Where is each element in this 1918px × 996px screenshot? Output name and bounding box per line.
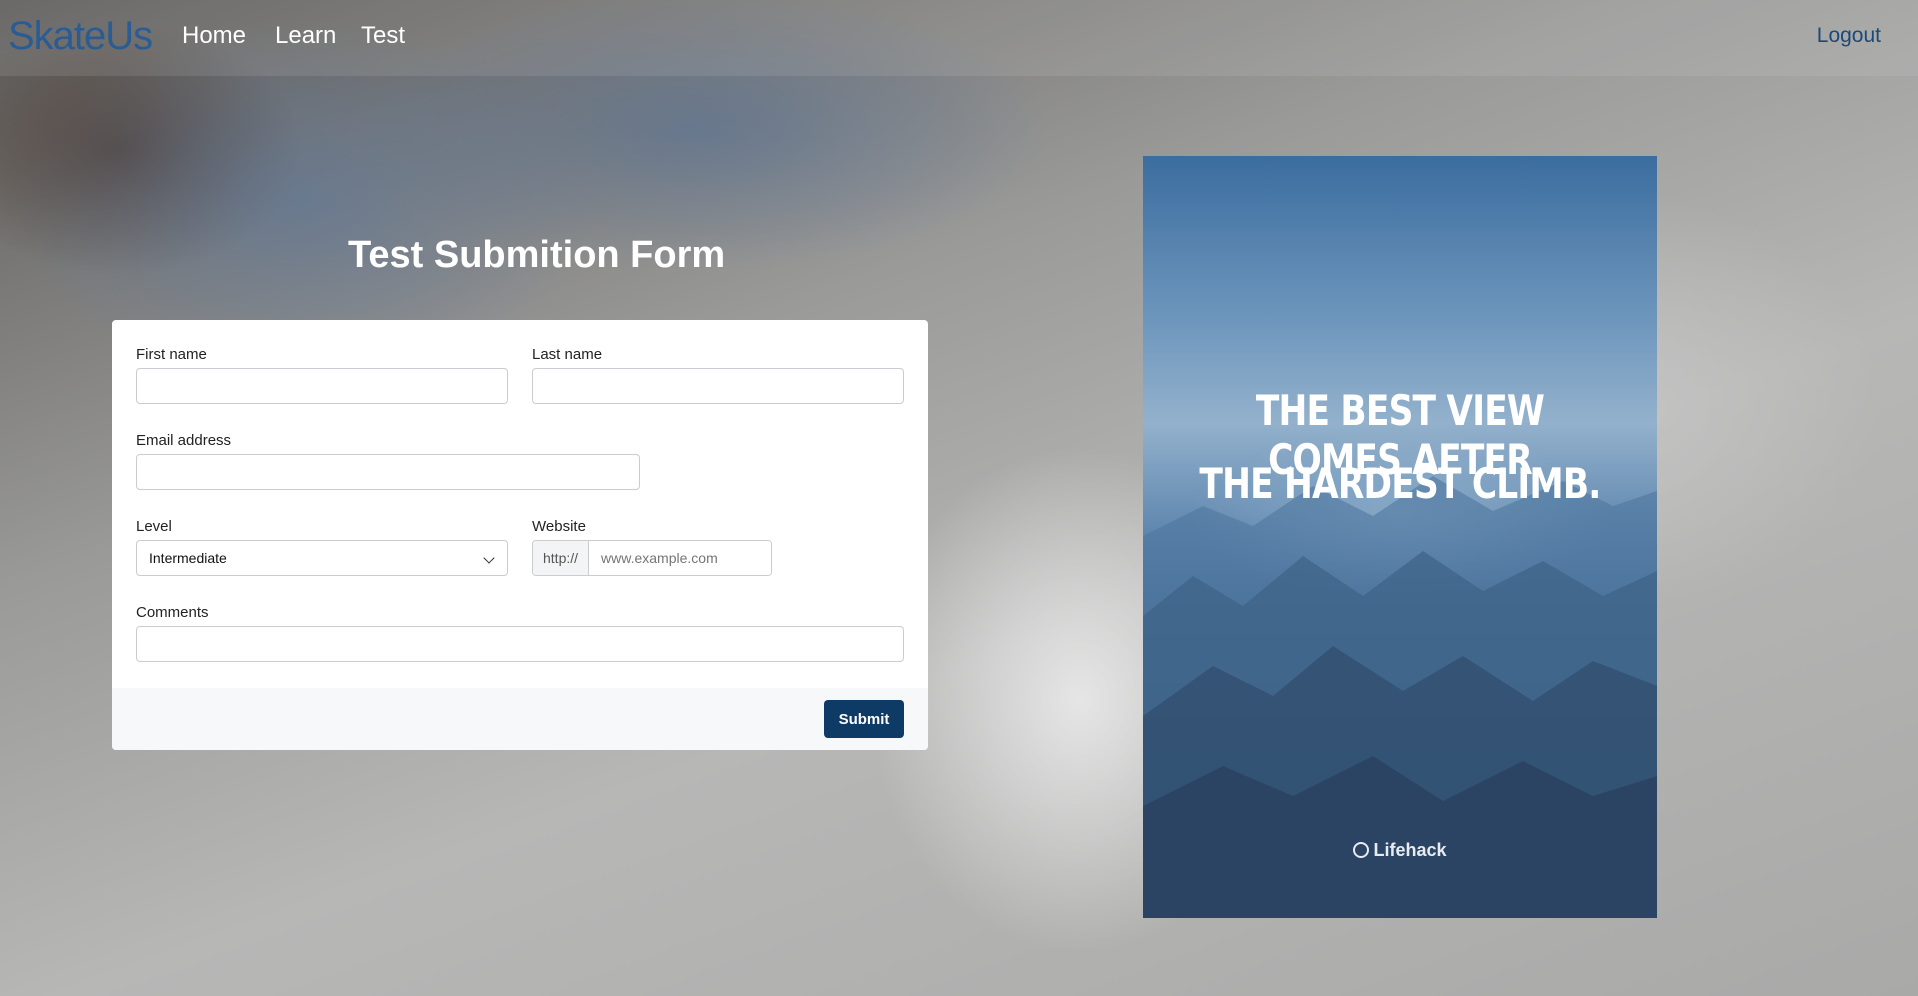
lifehack-logo-icon — [1353, 842, 1370, 858]
navbar: SkateUs Home Learn Test Logout — [0, 0, 1918, 76]
nav-link-test[interactable]: Test — [361, 22, 405, 50]
quote-poster: THE BEST VIEW COMES AFTER THE HARDEST CL… — [1143, 156, 1657, 918]
chevron-down-icon — [483, 552, 495, 564]
website-input-group: http:// — [532, 540, 772, 576]
quote-line-2: THE HARDEST CLIMB. — [1199, 459, 1601, 508]
lifehack-credit-text: Lifehack — [1373, 840, 1447, 860]
comments-label: Comments — [136, 604, 209, 621]
comments-input[interactable] — [136, 626, 904, 662]
website-label: Website — [532, 518, 586, 535]
level-select[interactable]: Intermediate — [136, 540, 508, 576]
form-footer: Submit — [112, 688, 928, 750]
website-prefix: http:// — [533, 541, 590, 575]
level-selected-value: Intermediate — [149, 550, 227, 566]
submit-button[interactable]: Submit — [824, 700, 904, 738]
last-name-input[interactable] — [532, 368, 904, 404]
level-label: Level — [136, 518, 172, 535]
lifehack-credit: Lifehack — [1143, 840, 1657, 861]
first-name-input[interactable] — [136, 368, 508, 404]
nav-link-learn[interactable]: Learn — [275, 22, 336, 50]
form-card: First name Last name Email address Level… — [112, 320, 928, 750]
form-title: Test Submition Form — [348, 234, 726, 276]
nav-link-home[interactable]: Home — [182, 22, 246, 50]
email-input[interactable] — [136, 454, 640, 490]
logout-link[interactable]: Logout — [1817, 24, 1881, 48]
brand-logo[interactable]: SkateUs — [8, 14, 153, 59]
last-name-label: Last name — [532, 346, 603, 363]
email-label: Email address — [136, 432, 232, 449]
website-input[interactable] — [589, 541, 771, 575]
first-name-label: First name — [136, 346, 207, 363]
